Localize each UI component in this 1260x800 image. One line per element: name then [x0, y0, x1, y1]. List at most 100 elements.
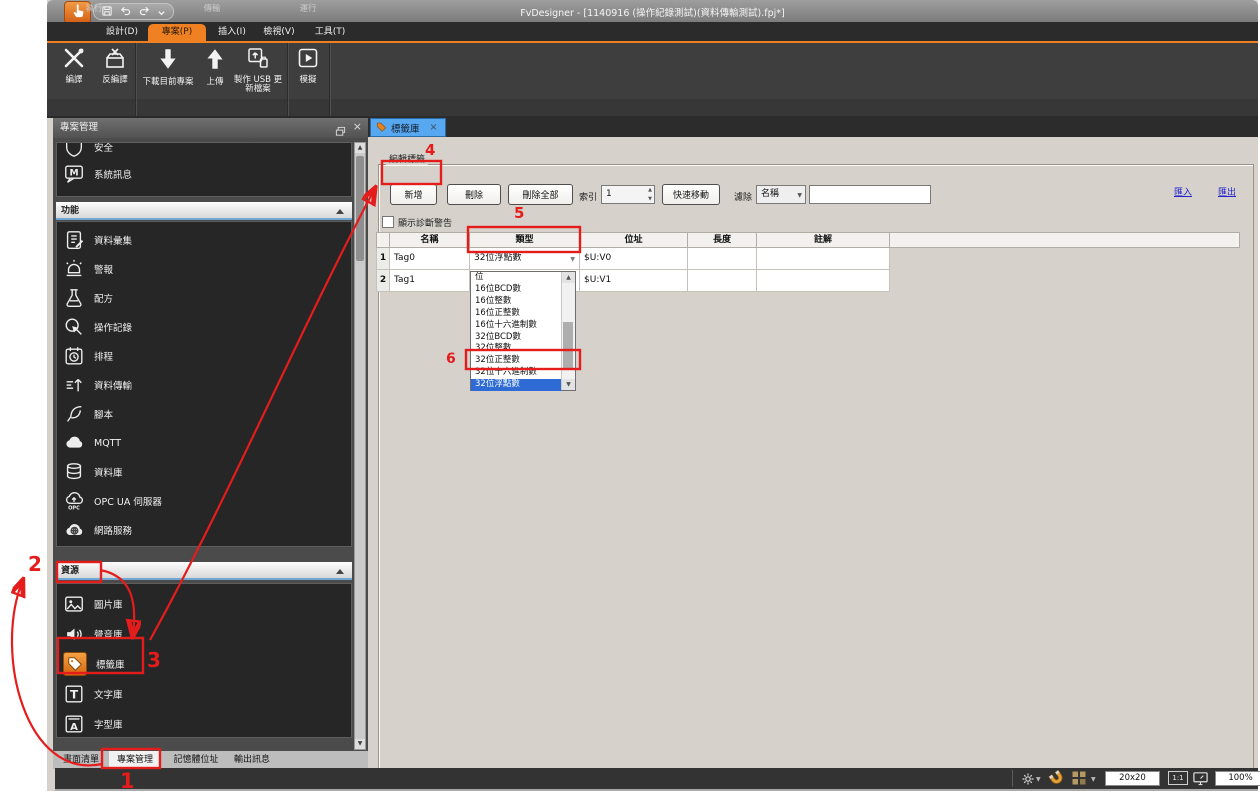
dropdown-option[interactable]: 32位十六進制數	[471, 367, 562, 379]
tab-project-management[interactable]: 專案管理	[109, 751, 161, 769]
scroll-down-icon[interactable]: ▼	[355, 739, 365, 749]
compile-button[interactable]: 編譯	[55, 46, 93, 85]
tag-name-cell[interactable]: Tag1	[390, 270, 470, 292]
col-header-address[interactable]: 位址	[580, 232, 688, 248]
panel-item-tag-library[interactable]: 標籤庫	[63, 651, 333, 677]
export-link[interactable]: 匯出	[1218, 185, 1236, 198]
tag-length-cell[interactable]	[688, 248, 757, 270]
add-button[interactable]: 新增	[390, 184, 437, 205]
tab-screen-list[interactable]: 畫面清單	[58, 751, 104, 769]
float-panel-icon[interactable]	[335, 122, 346, 141]
upload-button[interactable]: 上傳	[199, 46, 231, 87]
app-window: FvDesigner - [1140916 (操作紀錄測試)(資料傳輸測試).f…	[47, 0, 1258, 791]
tab-insert[interactable]: 插入(I)	[210, 24, 254, 41]
panel-section-functions: 資料彙集 警報 配方 操作記錄 排程 資料傳輸	[56, 221, 352, 547]
dropdown-option[interactable]: 16位十六進制數	[471, 320, 562, 332]
quick-move-button[interactable]: 快速移動	[662, 184, 720, 205]
dropdown-option[interactable]: 16位正整數	[471, 308, 562, 320]
tag-address-cell[interactable]: $U:V1	[580, 270, 688, 292]
panel-item-picture-library[interactable]: 圖片庫	[63, 591, 333, 617]
tag-comment-cell[interactable]	[757, 270, 890, 292]
dropdown-option[interactable]: 位	[471, 272, 562, 284]
dropdown-scrollbar[interactable]: ▲ ▼	[561, 272, 575, 390]
click-hand-icon	[63, 316, 85, 338]
decompile-icon	[103, 46, 127, 74]
close-panel-icon[interactable]: ×	[353, 120, 362, 133]
settings-gear-icon[interactable]	[1021, 771, 1035, 790]
scroll-up-icon[interactable]: ▲	[562, 272, 575, 283]
panel-item-opc-ua-server[interactable]: OPC OPC UA 伺服器	[63, 488, 333, 514]
filter-input[interactable]	[809, 185, 931, 204]
one-to-one-zoom-button[interactable]: 1:1	[1168, 771, 1188, 785]
delete-button[interactable]: 刪除	[447, 184, 501, 205]
chevron-down-icon[interactable]: ▼	[1036, 776, 1041, 783]
tab-project[interactable]: 專案(P)	[148, 24, 206, 41]
dropdown-option[interactable]: 16位BCD數	[471, 284, 562, 296]
panel-item-font-library[interactable]: A 字型庫	[63, 711, 333, 737]
picture-icon	[63, 593, 85, 615]
close-tab-icon[interactable]: ×	[430, 122, 438, 133]
col-header-name[interactable]: 名稱	[390, 232, 470, 248]
fit-screen-icon[interactable]	[1192, 770, 1209, 790]
tag-address-cell[interactable]: $U:V0	[580, 248, 688, 270]
scroll-up-icon[interactable]: ▲	[355, 143, 365, 153]
panel-item-mqtt[interactable]: MQTT MQTT	[63, 430, 333, 456]
spin-up-icon[interactable]: ▲▼	[648, 186, 652, 204]
panel-item-security[interactable]: 安全	[63, 142, 333, 160]
dropdown-option[interactable]: 32位正整數	[471, 355, 562, 367]
tab-output-message[interactable]: 輸出訊息	[229, 751, 275, 769]
delete-all-button[interactable]: 刪除全部	[508, 184, 573, 205]
chevron-down-icon[interactable]: ▼	[1091, 776, 1096, 783]
dropdown-option[interactable]: 32位BCD數	[471, 332, 562, 344]
tag-name-cell[interactable]: Tag0	[390, 248, 470, 270]
panel-item-database[interactable]: 資料庫	[63, 459, 333, 485]
dropdown-option[interactable]: 32位整數	[471, 343, 562, 355]
tab-design[interactable]: 設計(D)	[99, 24, 145, 41]
col-header-length[interactable]: 長度	[688, 232, 757, 248]
make-usb-button[interactable]: 製作 USB 更新檔案	[230, 46, 286, 95]
index-spinner[interactable]: 1 ▲▼	[601, 185, 655, 204]
panel-scrollbar[interactable]: ▲ ▼	[354, 142, 366, 750]
ribbon-group-operate: 運行	[278, 2, 338, 14]
show-diagnostics-checkbox[interactable]	[382, 216, 394, 228]
panel-item-data-collection[interactable]: 資料彙集	[63, 227, 333, 253]
col-header-comment[interactable]: 註解	[757, 232, 890, 248]
panel-item-data-transfer[interactable]: 資料傳輸	[63, 372, 333, 398]
scroll-thumb[interactable]	[563, 322, 573, 370]
dropdown-option[interactable]: 16位整數	[471, 296, 562, 308]
panel-item-schedule[interactable]: 排程	[63, 343, 333, 369]
panel-item-web-service[interactable]: 網路服務	[63, 517, 333, 543]
zoom-level-field[interactable]: 100%	[1215, 771, 1260, 786]
decompile-button[interactable]: 反編譯	[95, 46, 135, 85]
tag-library-tab[interactable]: 標籤庫 ×	[370, 118, 446, 137]
filter-field-combobox[interactable]: 名稱 ▼	[756, 185, 806, 204]
type-dropdown-list: 位 16位BCD數 16位整數 16位正整數 16位十六進制數 32位BCD數 …	[470, 271, 576, 391]
section-header-resources[interactable]: 資源	[56, 562, 352, 580]
grid-size-field[interactable]: 20x20	[1105, 771, 1160, 786]
tab-memory-address[interactable]: 記憶體位址	[169, 751, 223, 769]
import-link[interactable]: 匯入	[1174, 185, 1192, 198]
scroll-thumb[interactable]	[356, 156, 364, 261]
panel-item-text-library[interactable]: T 文字庫	[63, 681, 333, 707]
section-header-functions[interactable]: 功能	[56, 202, 352, 220]
panel-item-script[interactable]: 腳本	[63, 401, 333, 427]
col-header-type[interactable]: 類型	[470, 232, 580, 248]
tag-editor-content: 編輯標籤 新增 刪除 刪除全部 索引 1 ▲▼ 快速移動 濾除 名稱 ▼ 匯入 …	[368, 137, 1258, 768]
dropdown-option-selected[interactable]: 32位浮點數	[471, 379, 562, 391]
tab-view[interactable]: 檢視(V)	[256, 24, 302, 41]
scroll-down-icon[interactable]: ▼	[562, 379, 575, 390]
snap-magnet-icon[interactable]	[1048, 770, 1066, 791]
collapse-icon	[336, 209, 344, 214]
tag-length-cell[interactable]	[688, 270, 757, 292]
grid-icon[interactable]	[1071, 770, 1087, 790]
panel-item-recipe[interactable]: 配方	[63, 285, 333, 311]
simulate-button[interactable]: 模擬	[291, 46, 325, 85]
panel-item-sound-library[interactable]: 聲音庫	[63, 621, 333, 647]
panel-item-operation-log[interactable]: 操作記錄	[63, 314, 333, 340]
panel-item-system-message[interactable]: M 系統訊息	[63, 161, 333, 187]
panel-item-alarm[interactable]: 警報	[63, 256, 333, 282]
tab-tools[interactable]: 工具(T)	[308, 24, 352, 41]
download-project-button[interactable]: 下載目前專案	[139, 46, 197, 87]
tag-comment-cell[interactable]	[757, 248, 890, 270]
tag-type-combobox[interactable]: 32位浮點數 ▼	[470, 248, 580, 270]
